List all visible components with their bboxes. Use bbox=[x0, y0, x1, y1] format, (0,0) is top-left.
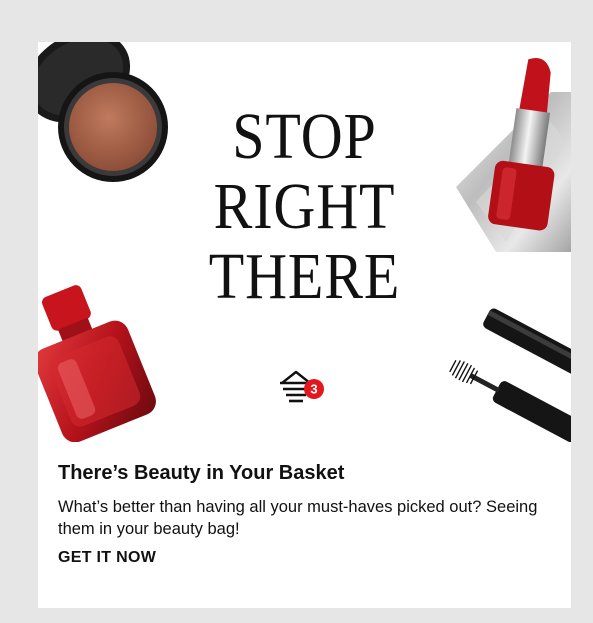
basket-count: 3 bbox=[310, 382, 317, 397]
headline-line-2: RIGHT bbox=[213, 170, 396, 243]
headline-line-3: THERE bbox=[208, 240, 401, 313]
hero-headline: STOP RIGHT THERE bbox=[98, 102, 511, 312]
card-title: There’s Beauty in Your Basket bbox=[58, 462, 345, 484]
card-description: What’s better than having all your must-… bbox=[58, 498, 538, 538]
card-body: There’s Beauty in Your Basket What’s bet… bbox=[38, 442, 571, 567]
hero-banner[interactable]: STOP RIGHT THERE 3 bbox=[38, 42, 571, 442]
promo-card: STOP RIGHT THERE 3 There’s Beauty in You… bbox=[38, 42, 571, 608]
get-it-now-link[interactable]: GET IT NOW bbox=[58, 549, 156, 567]
mascara-image bbox=[449, 308, 571, 442]
beauty-bag-icon: 3 bbox=[280, 370, 324, 403]
headline-line-1: STOP bbox=[232, 100, 377, 173]
